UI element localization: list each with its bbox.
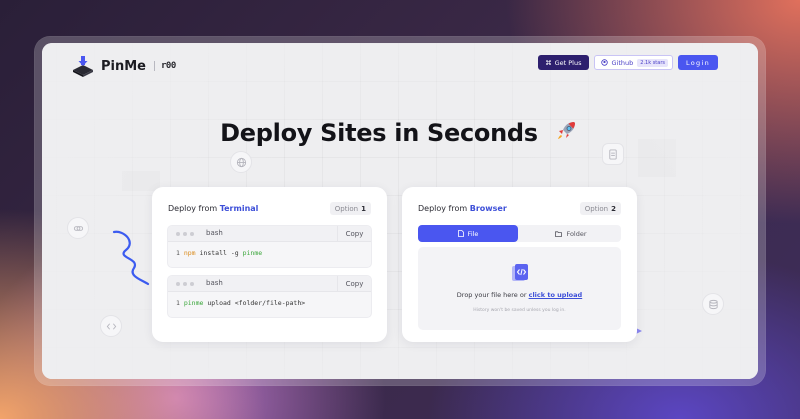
pinme-logo-icon (70, 53, 96, 79)
shell-label: bash (206, 229, 223, 237)
option-badge: Option 2 (579, 202, 621, 215)
tab-folder[interactable]: Folder (521, 225, 621, 242)
page-title: Deploy Sites in Seconds (42, 118, 758, 147)
github-icon (600, 59, 608, 66)
line-number: 1 (176, 249, 180, 257)
plus-icon: ⌘ (545, 58, 552, 67)
upload-mode-tabs: File Folder (418, 225, 621, 242)
history-hint: History won't be saved unless you log in… (473, 308, 566, 313)
option-number: 2 (611, 204, 616, 213)
option-number: 1 (361, 204, 366, 213)
title-highlight: Terminal (219, 204, 259, 213)
terminal-block-upload: bash Copy 1 pinme upload <folder/file-pa… (167, 275, 372, 318)
terminal-header: bash Copy (168, 276, 371, 292)
command-package: pinme (242, 249, 263, 257)
window-dots-icon (176, 282, 194, 286)
github-label: Github (611, 58, 634, 67)
command-args: upload <folder/file-path> (207, 299, 306, 307)
code-icon (100, 315, 122, 337)
terminal-command[interactable]: 1 npm install -g pinme (168, 242, 371, 264)
file-icon (457, 230, 464, 237)
globe-icon (230, 151, 252, 173)
logo-text: PinMe (101, 58, 146, 74)
option-label: Option (334, 204, 359, 213)
link-icon (67, 217, 89, 239)
drop-text: Drop your file here or (456, 291, 527, 299)
get-plus-label: Get Plus (554, 58, 582, 67)
shell-label: bash (206, 279, 223, 287)
drop-instructions: Drop your file here or click to upload (418, 291, 621, 299)
database-icon (702, 293, 724, 315)
folder-icon (555, 230, 563, 237)
title-prefix: Deploy from (418, 204, 468, 213)
line-number: 1 (176, 299, 180, 307)
github-button[interactable]: Github 2.1k stars (593, 55, 673, 70)
tab-file[interactable]: File (418, 225, 518, 242)
grid-fade (42, 43, 758, 379)
copy-button[interactable]: Copy (337, 226, 371, 242)
header-actions: ⌘ Get Plus Github 2.1k stars Login (538, 55, 718, 70)
app-window: PinMe r00 ⌘ Get Plus Github 2.1k stars L… (42, 43, 758, 379)
rocket-icon (557, 122, 575, 139)
code-file-icon (512, 264, 528, 281)
terminal-command[interactable]: 1 pinme upload <folder/file-path> (168, 292, 371, 314)
browser-card-title: Deploy from Browser (418, 204, 507, 213)
scribble-decoration (112, 230, 150, 286)
terminal-header: bash Copy (168, 226, 371, 242)
github-stars-badge: 2.1k stars (637, 58, 668, 67)
upload-link[interactable]: click to upload (529, 291, 583, 299)
window-dots-icon (176, 232, 194, 236)
command-name: npm (183, 249, 196, 257)
command-name: pinme (183, 299, 204, 307)
tab-file-label: File (467, 229, 479, 238)
terminal-block-install: bash Copy 1 npm install -g pinme (167, 225, 372, 268)
file-drop-zone[interactable]: Drop your file here or click to upload H… (418, 247, 621, 330)
terminal-card-title: Deploy from Terminal (168, 204, 258, 213)
browser-card: Deploy from Browser Option 2 File Folder (402, 187, 637, 342)
copy-button[interactable]: Copy (337, 276, 371, 292)
command-args: install -g (199, 249, 239, 257)
headline-text: Deploy Sites in Seconds (220, 119, 538, 147)
terminal-card: Deploy from Terminal Option 1 bash Copy … (152, 187, 387, 342)
logo-badge: r00 (161, 61, 176, 71)
login-button[interactable]: Login (678, 55, 718, 70)
option-badge: Option 1 (329, 202, 371, 215)
logo-divider (154, 61, 155, 71)
option-label: Option (584, 204, 609, 213)
title-highlight: Browser (469, 204, 507, 213)
title-prefix: Deploy from (168, 204, 218, 213)
tab-folder-label: Folder (566, 229, 587, 238)
get-plus-button[interactable]: ⌘ Get Plus (538, 55, 589, 70)
logo[interactable]: PinMe r00 (70, 53, 176, 79)
